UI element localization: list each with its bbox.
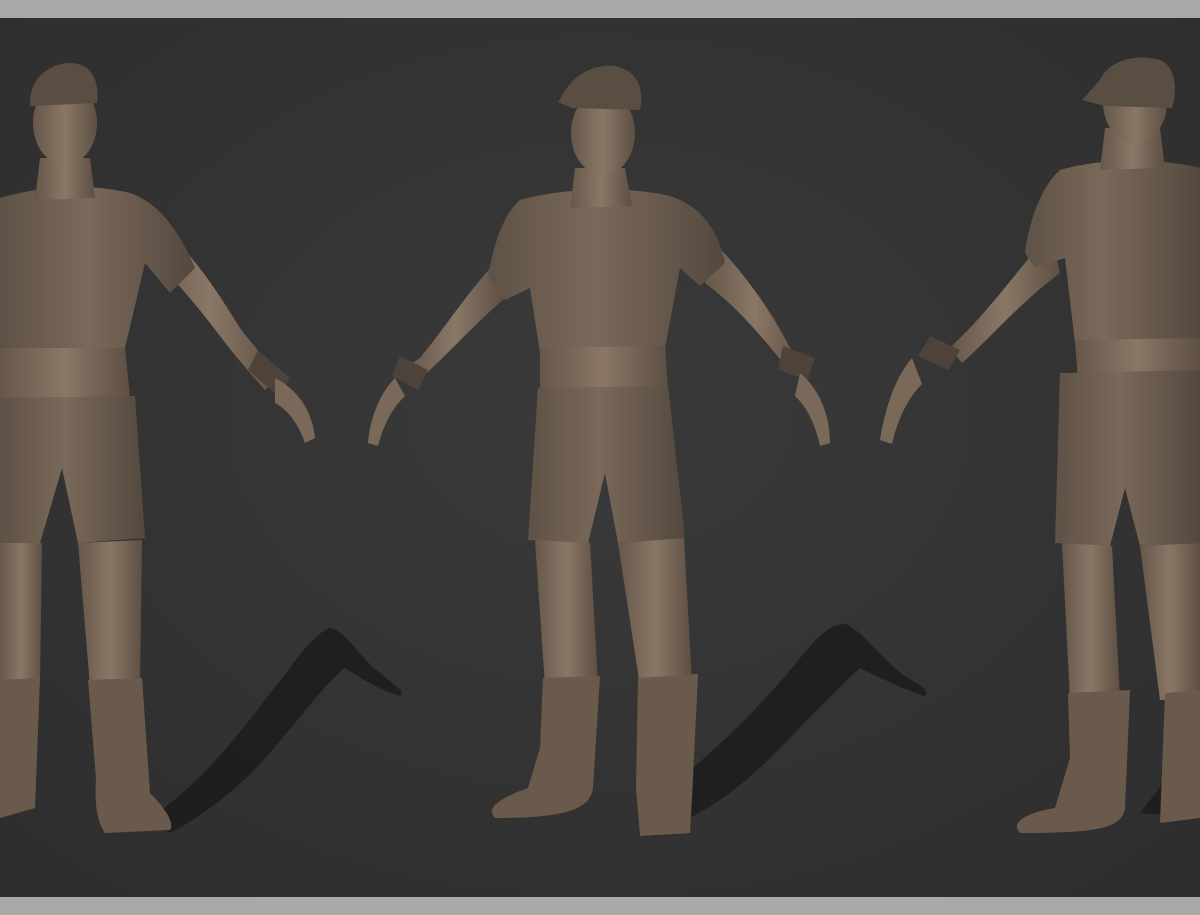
render-viewport [0, 18, 1200, 897]
sculpt-render [0, 18, 1200, 897]
render-frame [0, 0, 1200, 915]
